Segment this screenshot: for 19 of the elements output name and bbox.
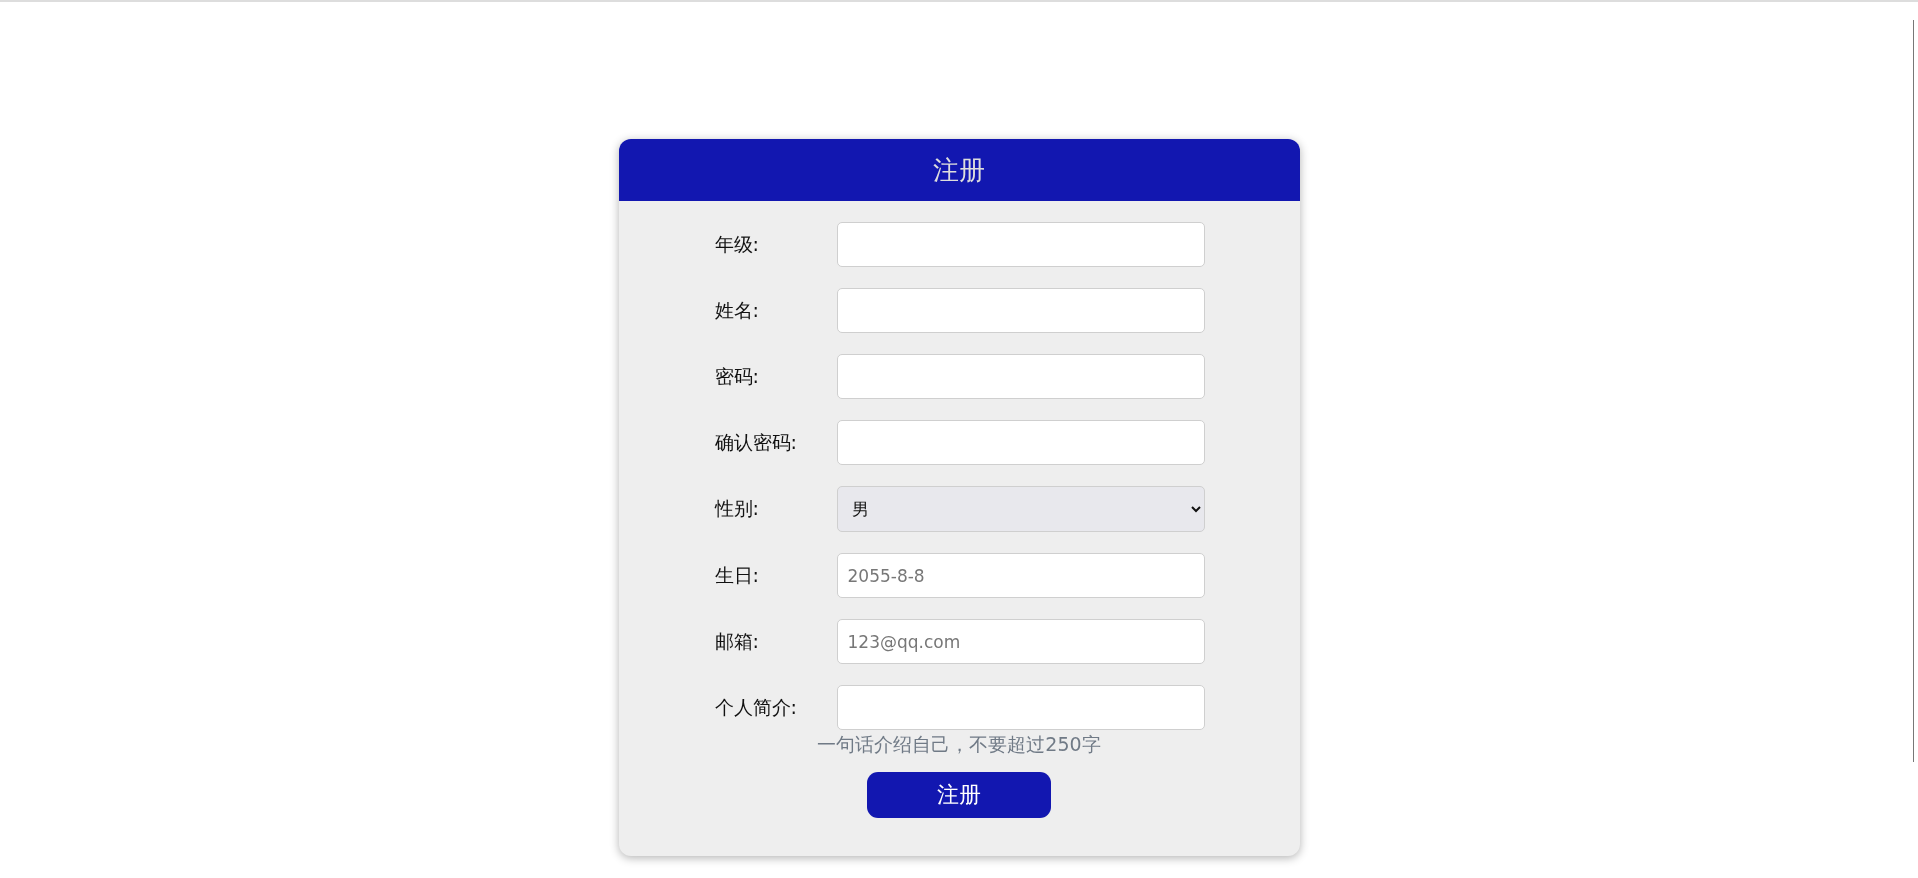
field-label: 生日:	[714, 562, 760, 588]
field-label: 邮箱:	[714, 628, 760, 654]
field-label: 个人简介:	[714, 694, 798, 720]
gender-select[interactable]: 男	[836, 486, 1205, 532]
field-label: 姓名:	[714, 297, 760, 323]
input-field[interactable]: 123@qq.com	[836, 619, 1205, 664]
field-label: 密码:	[714, 363, 760, 389]
field-label: 确认密码:	[714, 429, 798, 455]
input-field[interactable]	[836, 685, 1205, 730]
form-title: 注册	[933, 153, 985, 187]
register-button[interactable]: 注册	[867, 772, 1051, 818]
input-field[interactable]	[836, 420, 1205, 465]
input-field[interactable]: 2055-8-8	[836, 553, 1205, 598]
input-field[interactable]	[836, 288, 1205, 333]
input-field[interactable]	[836, 222, 1205, 267]
hint-text: 一句话介绍自己，不要超过250字	[817, 732, 1101, 757]
field-label: 性别:	[714, 496, 760, 521]
input-field[interactable]	[836, 354, 1205, 399]
field-label: 年级:	[714, 231, 760, 257]
